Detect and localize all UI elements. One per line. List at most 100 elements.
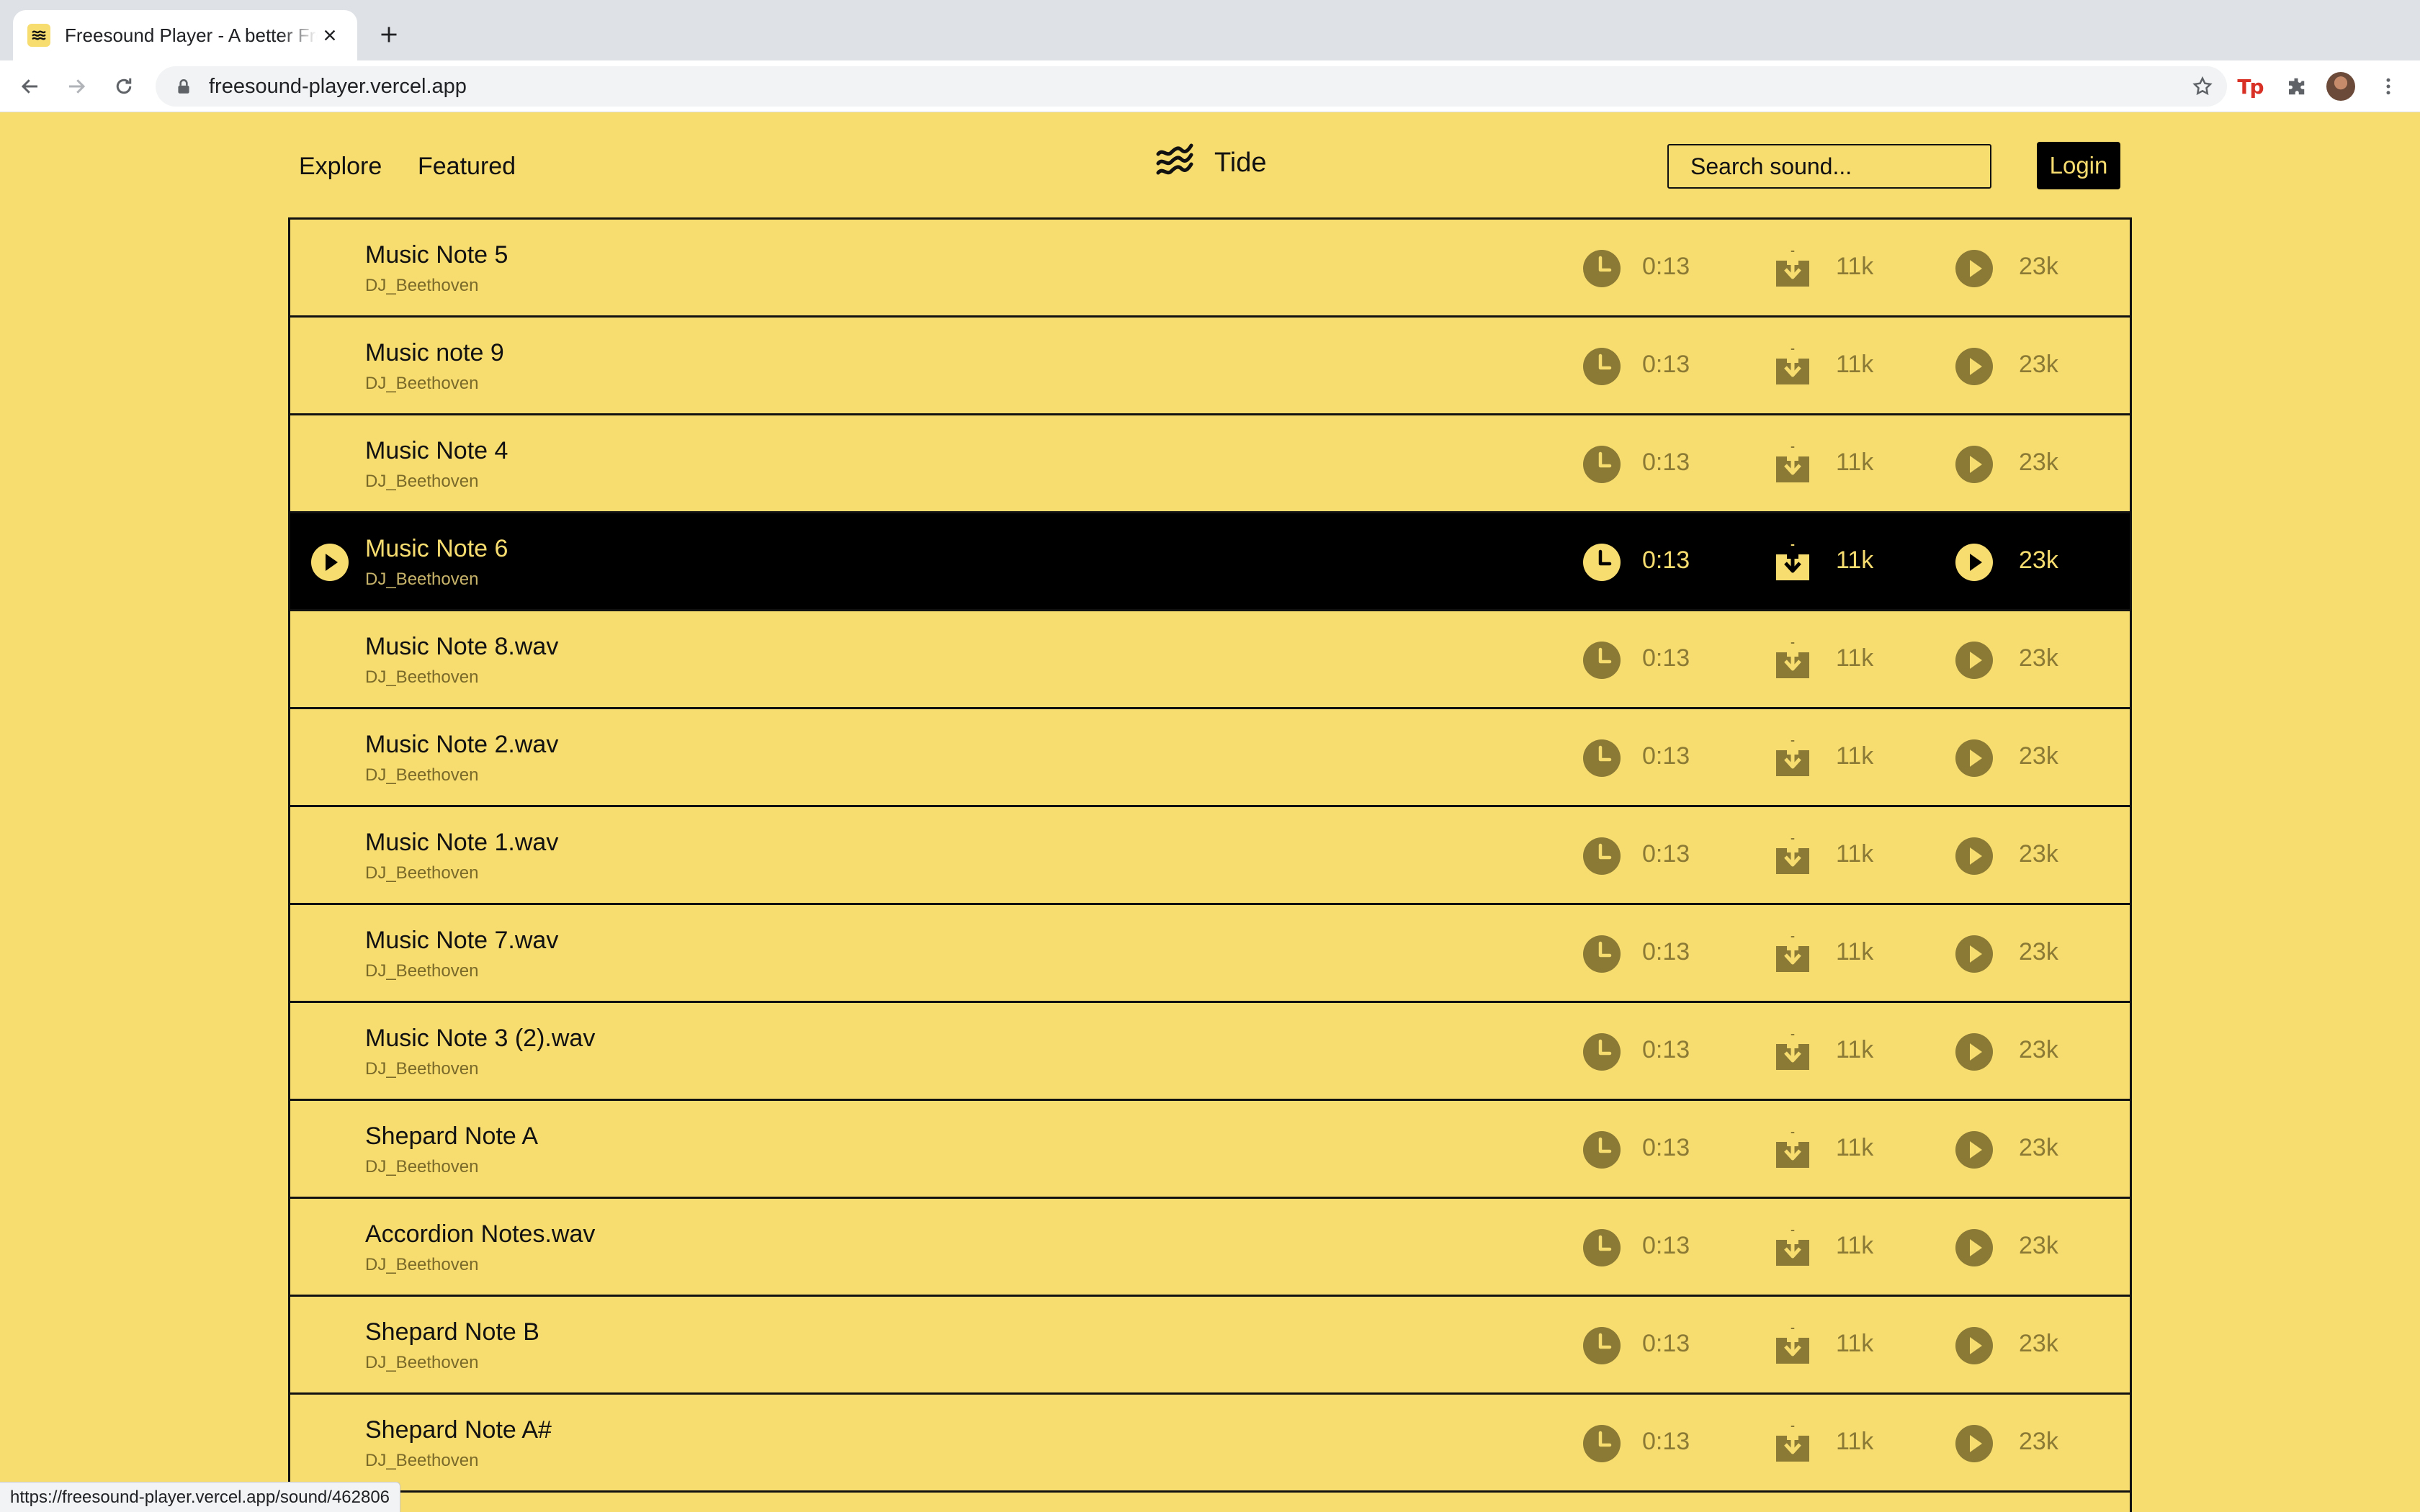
download-icon[interactable] xyxy=(1773,1130,1812,1169)
download-icon[interactable] xyxy=(1773,739,1812,778)
plays-count: 23k xyxy=(2019,938,2058,966)
downloads-count: 11k xyxy=(1836,742,1874,770)
bookmark-star-icon[interactable] xyxy=(2188,72,2217,101)
new-tab-plus-icon[interactable] xyxy=(373,19,405,50)
nav-explore-link[interactable]: Explore xyxy=(299,153,382,181)
sound-row[interactable]: Music Note 7.wav DJ_Beethoven 0:13 11k 2… xyxy=(290,905,2130,1003)
clock-icon xyxy=(1583,935,1621,973)
site-header: Explore Featured Tide Login xyxy=(288,112,2132,217)
download-icon[interactable] xyxy=(1773,641,1812,680)
plays-count: 23k xyxy=(2019,1232,2058,1259)
plays-icon xyxy=(1955,837,1993,875)
sound-list: Music Note 5 DJ_Beethoven 0:13 11k 23k M… xyxy=(288,217,2132,1512)
lock-icon xyxy=(178,79,189,94)
duration-value: 0:13 xyxy=(1642,644,1690,672)
clock-icon xyxy=(1583,1327,1621,1364)
profile-avatar[interactable] xyxy=(2325,71,2357,102)
browser-menu-icon[interactable] xyxy=(2372,71,2404,102)
forward-arrow-icon[interactable] xyxy=(60,71,92,102)
plays-count: 23k xyxy=(2019,1036,2058,1063)
downloads-count: 11k xyxy=(1836,253,1874,280)
downloads-count: 11k xyxy=(1836,644,1874,672)
plays-icon xyxy=(1955,348,1993,385)
plays-count: 23k xyxy=(2019,1428,2058,1455)
sound-row[interactable]: Shepard Note A DJ_Beethoven 0:13 11k 23k xyxy=(290,1101,2130,1199)
sound-author: DJ_Beethoven xyxy=(365,570,479,589)
sound-row[interactable]: Music Note 6 DJ_Beethoven 0:13 11k 23k xyxy=(290,513,2130,611)
duration-value: 0:13 xyxy=(1642,1134,1690,1161)
plays-icon xyxy=(1955,739,1993,777)
duration-value: 0:13 xyxy=(1642,840,1690,868)
brand-name: Tide xyxy=(1214,147,1267,178)
address-bar[interactable]: freesound-player.vercel.app xyxy=(156,66,2227,107)
downloads-count: 11k xyxy=(1836,1134,1874,1161)
sound-name: Music Note 2.wav xyxy=(365,731,559,758)
plays-icon xyxy=(1955,1131,1993,1169)
duration-value: 0:13 xyxy=(1642,1036,1690,1063)
download-icon[interactable] xyxy=(1773,1424,1812,1463)
downloads-count: 11k xyxy=(1836,1232,1874,1259)
sound-row[interactable]: Music Note 8.wav DJ_Beethoven 0:13 11k 2… xyxy=(290,611,2130,709)
plays-count: 23k xyxy=(2019,644,2058,672)
plays-icon xyxy=(1955,935,1993,973)
duration-value: 0:13 xyxy=(1642,1428,1690,1455)
duration-value: 0:13 xyxy=(1642,938,1690,966)
sound-name: Music Note 8.wav xyxy=(365,633,559,660)
sound-row[interactable]: Music Note 2.wav DJ_Beethoven 0:13 11k 2… xyxy=(290,709,2130,807)
sound-row[interactable]: Music Note 3 (2).wav DJ_Beethoven 0:13 1… xyxy=(290,1003,2130,1101)
download-icon[interactable] xyxy=(1773,837,1812,876)
extensions-puzzle-icon[interactable] xyxy=(2280,71,2312,102)
download-icon[interactable] xyxy=(1773,1032,1812,1071)
address-url: freesound-player.vercel.app xyxy=(209,74,467,98)
sound-row[interactable]: Music note 9 DJ_Beethoven 0:13 11k 23k xyxy=(290,318,2130,415)
download-icon[interactable] xyxy=(1773,935,1812,973)
duration-value: 0:13 xyxy=(1642,449,1690,476)
sound-row[interactable]: Shepard Note A# DJ_Beethoven 0:13 11k 23… xyxy=(290,1395,2130,1493)
download-icon[interactable] xyxy=(1773,347,1812,386)
clock-icon xyxy=(1583,1033,1621,1071)
sound-row[interactable]: Music Note 1.wav DJ_Beethoven 0:13 11k 2… xyxy=(290,807,2130,905)
nav-featured-link[interactable]: Featured xyxy=(418,153,516,181)
brand-logo[interactable]: Tide xyxy=(1154,141,1267,184)
sound-author: DJ_Beethoven xyxy=(365,1255,479,1274)
browser-toolbar: freesound-player.vercel.app Tp xyxy=(0,60,2420,112)
duration-value: 0:13 xyxy=(1642,253,1690,280)
download-icon[interactable] xyxy=(1773,1326,1812,1365)
link-status-bar: https://freesound-player.vercel.app/soun… xyxy=(0,1482,401,1512)
row-play-icon[interactable] xyxy=(310,543,349,582)
waves-logo-icon xyxy=(1156,143,1193,175)
search-input[interactable] xyxy=(1667,144,1991,189)
sound-name: Music note 9 xyxy=(365,339,504,366)
sound-row[interactable]: Accordion Notes.wav DJ_Beethoven 0:13 11… xyxy=(290,1199,2130,1297)
download-icon[interactable] xyxy=(1773,445,1812,484)
download-icon[interactable] xyxy=(1773,543,1812,582)
sound-row[interactable]: Shepard Note B DJ_Beethoven 0:13 11k 23k xyxy=(290,1297,2130,1395)
clock-icon xyxy=(1583,544,1621,581)
sound-name: Shepard Note B xyxy=(365,1318,539,1346)
tp-extension-icon[interactable]: Tp xyxy=(2234,71,2266,102)
sound-author: DJ_Beethoven xyxy=(365,472,479,491)
sound-author: DJ_Beethoven xyxy=(365,276,479,295)
downloads-count: 11k xyxy=(1836,1330,1874,1357)
sound-name: Music Note 7.wav xyxy=(365,927,559,954)
sound-row[interactable]: Music Note 5 DJ_Beethoven 0:13 11k 23k xyxy=(290,220,2130,318)
sound-row[interactable]: Music Note 4 DJ_Beethoven 0:13 11k 23k xyxy=(290,415,2130,513)
plays-icon xyxy=(1955,1425,1993,1462)
download-icon[interactable] xyxy=(1773,1228,1812,1267)
browser-tab[interactable]: Freesound Player - A better Freesound xyxy=(13,10,357,60)
back-arrow-icon[interactable] xyxy=(14,71,46,102)
reload-icon[interactable] xyxy=(108,71,140,102)
plays-icon xyxy=(1955,1327,1993,1364)
downloads-count: 11k xyxy=(1836,938,1874,966)
login-button[interactable]: Login xyxy=(2037,142,2120,189)
downloads-count: 11k xyxy=(1836,840,1874,868)
sound-author: DJ_Beethoven xyxy=(365,1157,479,1176)
download-icon[interactable] xyxy=(1773,249,1812,288)
tab-close-icon[interactable] xyxy=(318,22,343,48)
plays-count: 23k xyxy=(2019,840,2058,868)
clock-icon xyxy=(1583,739,1621,777)
duration-value: 0:13 xyxy=(1642,1232,1690,1259)
tab-title: Freesound Player - A better Freesound xyxy=(65,24,318,46)
downloads-count: 11k xyxy=(1836,546,1874,574)
sound-author: DJ_Beethoven xyxy=(365,1451,479,1470)
